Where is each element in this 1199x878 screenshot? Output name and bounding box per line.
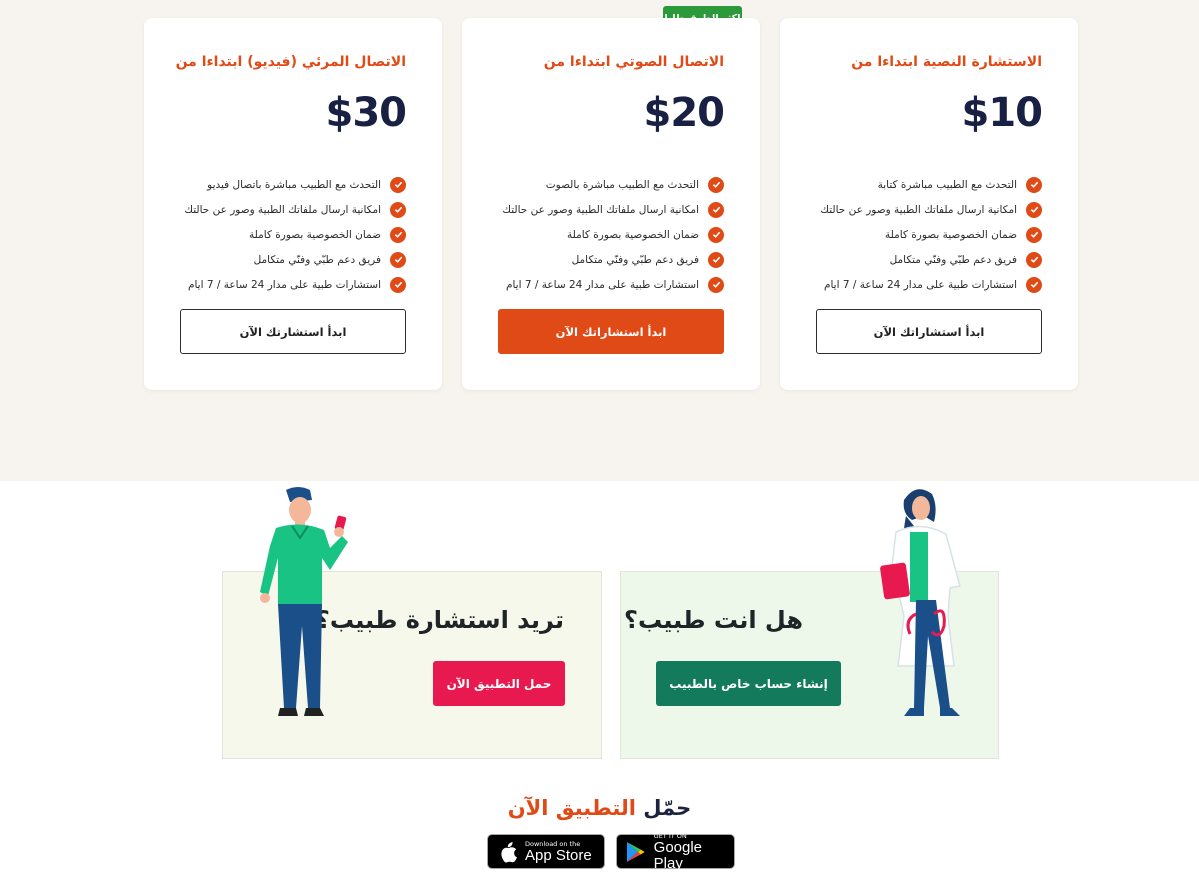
feature-item: فريق دعم طبّي وفنّي متكامل (502, 247, 724, 272)
start-consultation-button[interactable]: ابدأ استشارتك الآن (180, 309, 406, 354)
feature-item: التحدث مع الطبيب مباشرة كتابة (820, 172, 1042, 197)
start-consultation-button[interactable]: ابدأ استشاراتك الآن (816, 309, 1042, 354)
plan-title: الاستشارة النصية ابتداءا من (851, 54, 1042, 70)
check-icon (390, 251, 406, 268)
feature-item: فريق دعم طبّي وفنّي متكامل (820, 247, 1042, 272)
feature-item: استشارات طبية على مدار 24 ساعة / 7 ايام (502, 272, 724, 297)
plan-price: $30 (325, 90, 407, 136)
check-icon (708, 276, 724, 293)
feature-item: امكانية ارسال ملفاتك الطبية وصور عن حالت… (820, 197, 1042, 222)
feature-item: التحدث مع الطبيب مباشرة بالصوت (502, 172, 724, 197)
check-icon (390, 276, 406, 293)
pricing-card-video: الاتصال المرئي (فيديو) ابتداءا من $30 ال… (144, 18, 442, 390)
plan-title: الاتصال المرئي (فيديو) ابتداءا من (175, 54, 406, 70)
doctor-illustration (880, 489, 961, 716)
check-icon (1026, 201, 1042, 218)
check-icon (1026, 276, 1042, 293)
check-icon (708, 226, 724, 243)
check-icon (1026, 226, 1042, 243)
check-icon (390, 226, 406, 243)
google-play-badge[interactable]: GET IT ON Google Play (616, 832, 735, 871)
feature-item: ضمان الخصوصية بصورة كاملة (502, 222, 724, 247)
check-icon (390, 201, 406, 218)
download-title: حمّل التطبيق الآن (507, 796, 692, 820)
start-consultation-button[interactable]: ابدأ استشاراتك الآن (498, 309, 724, 354)
check-icon (708, 176, 724, 193)
check-icon (708, 201, 724, 218)
check-icon (1026, 251, 1042, 268)
feature-list: التحدث مع الطبيب مباشرة كتابة امكانية ار… (820, 172, 1042, 297)
feature-list: التحدث مع الطبيب مباشرة بالصوت امكانية ا… (502, 172, 724, 297)
check-icon (708, 251, 724, 268)
feature-item: امكانية ارسال ملفاتك الطبية وصور عن حالت… (184, 197, 406, 222)
feature-item: التحدث مع الطبيب مباشرة باتصال فيديو (184, 172, 406, 197)
apple-icon (501, 841, 517, 863)
feature-item: فريق دعم طبّي وفنّي متكامل (184, 247, 406, 272)
app-store-badge[interactable]: Download on the App Store (487, 834, 605, 869)
feature-item: استشارات طبية على مدار 24 ساعة / 7 ايام (184, 272, 406, 297)
download-app-button[interactable]: حمل التطبيق الآن (433, 661, 565, 706)
check-icon (1026, 176, 1042, 193)
create-doctor-account-button[interactable]: إنشاء حساب خاص بالطبيب (656, 661, 841, 706)
patient-illustration (260, 487, 348, 716)
plan-price: $10 (961, 90, 1043, 136)
feature-item: ضمان الخصوصية بصورة كاملة (184, 222, 406, 247)
feature-item: امكانية ارسال ملفاتك الطبية وصور عن حالت… (502, 197, 724, 222)
pricing-card-text: الاستشارة النصية ابتداءا من $10 التحدث م… (780, 18, 1078, 390)
google-play-icon (626, 841, 645, 862)
feature-item: ضمان الخصوصية بصورة كاملة (820, 222, 1042, 247)
plan-price: $20 (643, 90, 725, 136)
check-icon (390, 176, 406, 193)
pricing-card-voice: الاتصال الصوتي ابتداءا من $20 التحدث مع … (462, 18, 760, 390)
feature-item: استشارات طبية على مدار 24 ساعة / 7 ايام (820, 272, 1042, 297)
plan-title: الاتصال الصوتي ابتداءا من (543, 54, 724, 70)
feature-list: التحدث مع الطبيب مباشرة باتصال فيديو امك… (184, 172, 406, 297)
doctor-heading: هل انت طبيب؟ (624, 606, 803, 634)
